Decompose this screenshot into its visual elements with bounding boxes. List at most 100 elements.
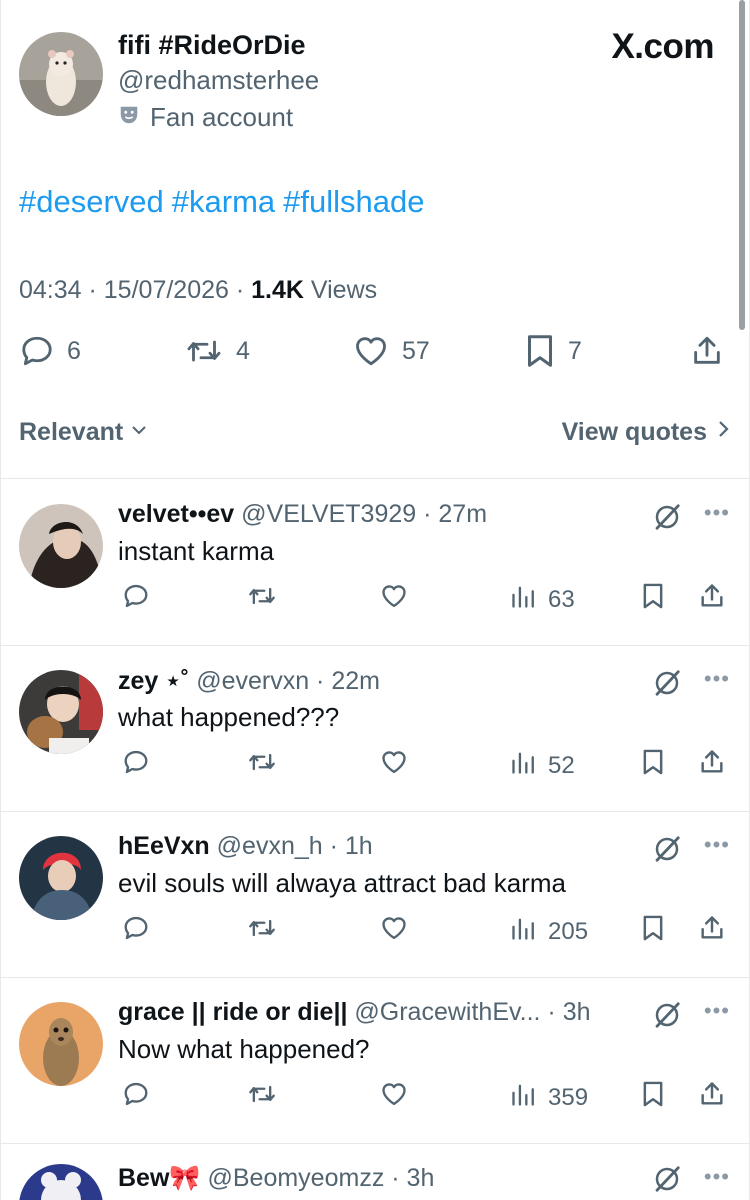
views-button[interactable]: 52 — [510, 748, 575, 783]
share-icon[interactable] — [698, 914, 726, 942]
share-icon[interactable] — [698, 582, 726, 610]
views-button[interactable]: 205 — [510, 914, 588, 949]
reply-author-handle[interactable]: @Beomyeomzz — [208, 1164, 385, 1192]
reply-icon[interactable] — [122, 1080, 150, 1108]
reply-icon[interactable] — [122, 914, 150, 942]
avatar[interactable] — [19, 32, 103, 116]
reply-text: evil souls will alwaya attract bad karma — [118, 868, 566, 898]
share-icon[interactable] — [698, 748, 726, 776]
repost-count: 4 — [236, 336, 250, 365]
avatar[interactable] — [19, 1164, 103, 1200]
bookmark-icon[interactable] — [640, 914, 666, 942]
reply-time[interactable]: 22m — [331, 667, 380, 695]
reply-author-name[interactable]: Bew🎀 — [118, 1164, 201, 1192]
bookmark-button[interactable]: 7 — [524, 333, 582, 369]
like-count: 57 — [402, 336, 430, 365]
reply-author-handle[interactable]: @GracewithEv... — [354, 998, 540, 1026]
reply-item[interactable]: Bew🎀 @Beomyeomzz · 3h ••• — [0, 1144, 750, 1200]
account-label-text: Fan account — [150, 102, 294, 132]
reply-item[interactable]: hEeVxn @evxn_h · 1h evil souls will alwa… — [0, 812, 750, 978]
reply-author-handle[interactable]: @VELVET3929 — [241, 500, 416, 528]
more-options-icon[interactable]: ••• — [704, 1164, 730, 1190]
view-quotes-link[interactable]: View quotes — [562, 418, 731, 447]
reply-header: hEeVxn @evxn_h · 1h — [118, 832, 373, 860]
grok-icon[interactable] — [652, 1000, 682, 1035]
hashtag-link[interactable]: #karma — [172, 184, 275, 219]
reply-icon — [19, 333, 55, 369]
repost-icon[interactable] — [246, 1080, 278, 1108]
grok-icon[interactable] — [652, 502, 682, 537]
share-icon — [690, 333, 724, 369]
analytics-icon — [510, 1080, 538, 1115]
heart-icon[interactable] — [379, 914, 409, 942]
views-button[interactable]: 359 — [510, 1080, 588, 1115]
hashtag-link[interactable]: #deserved — [19, 184, 164, 219]
avatar[interactable] — [19, 504, 103, 588]
reply-icon[interactable] — [122, 582, 150, 610]
reply-author-handle[interactable]: @evxn_h — [217, 832, 323, 860]
reply-tabs: Relevant View quotes — [19, 418, 731, 452]
more-options-icon[interactable]: ••• — [704, 666, 730, 692]
avatar[interactable] — [19, 670, 103, 754]
avatar[interactable] — [19, 836, 103, 920]
repost-icon[interactable] — [246, 748, 278, 776]
reply-time[interactable]: 3h — [407, 1164, 435, 1192]
share-icon[interactable] — [698, 1080, 726, 1108]
views-label: Views — [310, 276, 378, 304]
bookmark-icon[interactable] — [640, 748, 666, 776]
reply-author-name[interactable]: hEeVxn — [118, 832, 210, 860]
repost-icon[interactable] — [246, 582, 278, 610]
tweet-text: #deserved #karma #fullshade — [19, 184, 433, 220]
tweet-time[interactable]: 04:34 — [19, 276, 82, 304]
heart-icon[interactable] — [379, 1080, 409, 1108]
reply-icon[interactable] — [122, 748, 150, 776]
sort-dropdown[interactable]: Relevant — [19, 418, 149, 447]
view-quotes-label: View quotes — [561, 418, 707, 446]
avatar[interactable] — [19, 1002, 103, 1086]
reply-actions: 205 — [0, 914, 750, 948]
analytics-icon — [510, 748, 538, 783]
bookmark-icon[interactable] — [640, 582, 666, 610]
repost-button[interactable]: 4 — [184, 333, 250, 369]
reply-author-name[interactable]: grace || ride or die|| — [118, 998, 347, 1026]
reply-time[interactable]: 1h — [345, 832, 373, 860]
display-name[interactable]: fifi #RideOrDie — [118, 30, 306, 61]
heart-icon[interactable] — [379, 582, 409, 610]
more-options-icon[interactable]: ••• — [704, 998, 730, 1024]
reply-item[interactable]: velvet••ev @VELVET3929 · 27m instant kar… — [0, 480, 750, 646]
reply-header: zey ⋆˚ @evervxn · 22m — [118, 667, 380, 695]
heart-icon[interactable] — [379, 748, 409, 776]
hashtag-link[interactable]: #fullshade — [283, 184, 424, 219]
views-button[interactable]: 63 — [510, 582, 575, 617]
reply-time[interactable]: 3h — [563, 998, 591, 1026]
chevron-right-icon — [717, 418, 731, 447]
reply-time[interactable]: 27m — [438, 500, 487, 528]
grok-icon[interactable] — [652, 834, 682, 869]
reply-header: grace || ride or die|| @GracewithEv... ·… — [118, 998, 591, 1026]
views-count: 1.4K — [251, 276, 304, 304]
reply-item[interactable]: zey ⋆˚ @evervxn · 22m what happened??? •… — [0, 646, 750, 812]
share-button[interactable] — [690, 333, 724, 369]
more-options-icon[interactable]: ••• — [704, 500, 730, 526]
account-label: Fan account — [118, 102, 293, 133]
user-handle[interactable]: @redhamsterhee — [118, 65, 319, 96]
reply-author-handle[interactable]: @evervxn — [196, 667, 309, 695]
grok-icon[interactable] — [652, 1164, 682, 1199]
bookmark-icon — [524, 333, 556, 369]
analytics-icon — [510, 582, 538, 617]
repost-icon — [184, 333, 224, 369]
reply-header: velvet••ev @VELVET3929 · 27m — [118, 500, 488, 528]
repost-icon[interactable] — [246, 914, 278, 942]
reply-author-name[interactable]: zey ⋆˚ — [118, 667, 189, 695]
more-options-icon[interactable]: ••• — [704, 832, 730, 858]
scrollbar[interactable] — [739, 0, 745, 330]
reply-button[interactable]: 6 — [19, 333, 81, 369]
reply-item[interactable]: grace || ride or die|| @GracewithEv... ·… — [0, 978, 750, 1144]
like-button[interactable]: 57 — [352, 333, 430, 369]
reply-header: Bew🎀 @Beomyeomzz · 3h — [118, 1164, 435, 1192]
tweet-date[interactable]: 15/07/2026 — [104, 276, 229, 304]
reply-author-name[interactable]: velvet••ev — [118, 500, 234, 528]
bookmark-icon[interactable] — [640, 1080, 666, 1108]
reply-text: what happened??? — [118, 702, 340, 732]
grok-icon[interactable] — [652, 668, 682, 703]
